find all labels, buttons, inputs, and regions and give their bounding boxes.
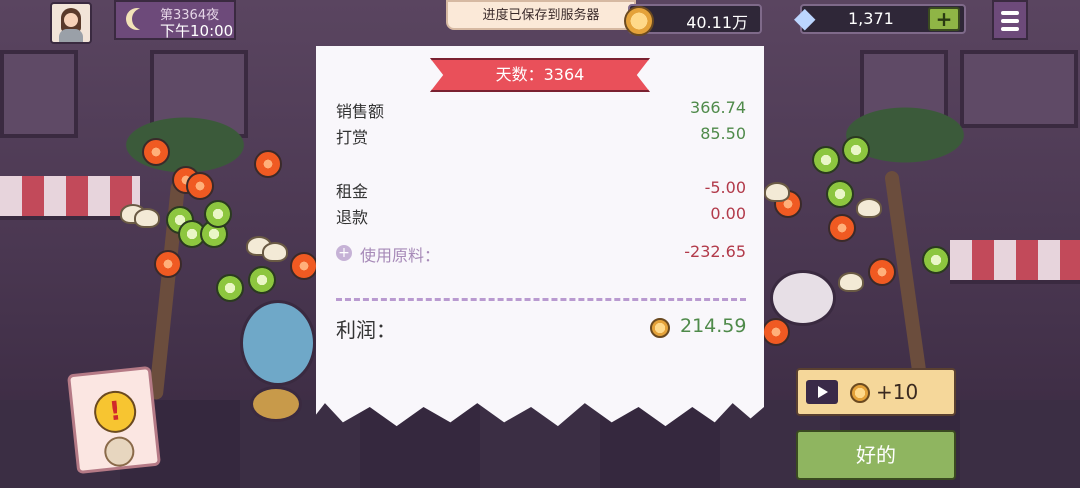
round-stool xyxy=(240,300,316,386)
hamburger-menu-icon xyxy=(1001,19,1019,23)
profit-label: 利润： xyxy=(336,318,396,342)
tomato-slice-icon xyxy=(828,214,856,242)
garlic-clove-icon xyxy=(856,198,882,218)
refund-label: 退款 xyxy=(336,208,369,227)
watch-ad-reward-button[interactable]: +10 xyxy=(796,368,956,416)
buy-gems-button[interactable]: + xyxy=(928,7,960,31)
profit-value: 214.59 xyxy=(680,315,747,337)
dashed-divider xyxy=(336,298,746,301)
striped-awning xyxy=(950,240,1080,284)
coin-value: 40.11万 xyxy=(686,13,748,32)
pepper-slice-icon xyxy=(216,274,244,302)
tomato-slice-icon xyxy=(290,252,318,280)
garlic-clove-icon xyxy=(134,208,160,228)
tips-row: 打赏 85.50 xyxy=(336,124,746,148)
player-avatar[interactable] xyxy=(50,2,92,44)
alert-card[interactable]: ! xyxy=(67,365,161,475)
sales-label: 销售额 xyxy=(336,102,385,121)
pepper-slice-icon xyxy=(826,180,854,208)
day-time-panel: 第3364夜 下午10:00 xyxy=(114,0,236,40)
rent-label: 租金 xyxy=(336,182,369,201)
gem-balance: ◆ 1,371 + xyxy=(794,2,966,34)
menu-button[interactable] xyxy=(992,0,1028,40)
refund-value: 0.00 xyxy=(710,204,746,223)
garlic-clove-icon xyxy=(262,242,288,262)
coin-icon xyxy=(624,6,654,36)
coin-icon xyxy=(650,318,670,338)
hamburger-menu-icon xyxy=(1001,27,1019,31)
card-coin-slot xyxy=(102,435,136,469)
tomato-slice-icon xyxy=(154,250,182,278)
ingredients-value: -232.65 xyxy=(684,242,746,261)
tomato-slice-icon xyxy=(868,258,896,286)
sales-row: 销售额 366.74 xyxy=(336,98,746,122)
refund-row: 退款 0.00 xyxy=(336,204,746,228)
background-window xyxy=(960,50,1078,128)
sales-value: 366.74 xyxy=(690,98,746,117)
hamburger-menu-icon xyxy=(1001,11,1019,15)
coin-balance: 40.11万 xyxy=(624,4,762,36)
tomato-slice-icon xyxy=(762,318,790,346)
avatar-body xyxy=(59,29,83,42)
tomato-slice-icon xyxy=(254,150,282,178)
pepper-slice-icon xyxy=(248,266,276,294)
striped-awning xyxy=(0,176,140,220)
coin-icon xyxy=(850,383,870,403)
rent-row: 租金 -5.00 xyxy=(336,178,746,202)
ingredients-label: 使用原料： xyxy=(360,246,441,265)
tomato-slice-icon xyxy=(186,172,214,200)
tomato-slice-icon xyxy=(142,138,170,166)
garlic-clove-icon xyxy=(764,182,790,202)
exclamation-alert-icon: ! xyxy=(92,388,139,435)
avatar-face xyxy=(64,13,78,27)
pepper-slice-icon xyxy=(812,146,840,174)
gem-value: 1,371 xyxy=(848,9,894,28)
pepper-slice-icon xyxy=(204,200,232,228)
rent-value: -5.00 xyxy=(704,178,746,197)
garlic-clove-icon xyxy=(838,272,864,292)
background-window xyxy=(0,50,78,138)
ad-reward-amount: +10 xyxy=(876,380,919,404)
ingredients-row[interactable]: + 使用原料： -232.65 xyxy=(336,242,746,266)
clock-time: 下午10:00 xyxy=(160,22,234,40)
day-count-ribbon: 天数：3364 xyxy=(430,58,650,92)
pepper-slice-icon xyxy=(842,136,870,164)
tips-value: 85.50 xyxy=(700,124,746,143)
pepper-slice-icon xyxy=(922,246,950,274)
save-toast: 进度已保存到服务器 xyxy=(446,0,636,30)
tips-label: 打赏 xyxy=(336,128,369,147)
round-stool xyxy=(250,386,302,422)
moon-icon xyxy=(132,8,154,30)
ok-button[interactable]: 好的 xyxy=(796,430,956,480)
video-play-icon xyxy=(806,380,838,404)
diamond-icon: ◆ xyxy=(794,1,816,34)
